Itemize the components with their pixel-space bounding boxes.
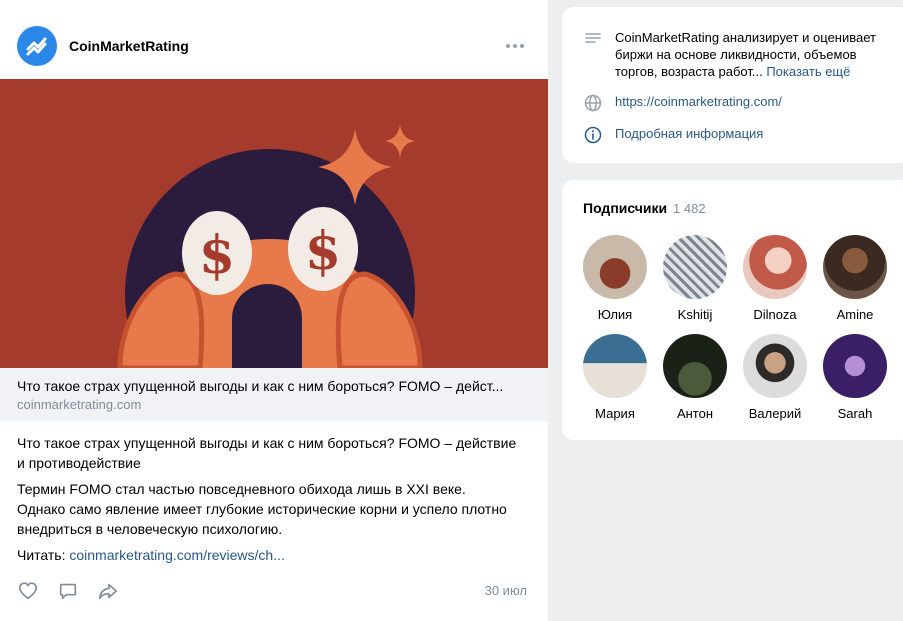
avatar <box>743 235 807 299</box>
post-text: Что такое страх упущенной выгоды и как с… <box>17 433 517 571</box>
subscriber-name: Антон <box>676 406 714 421</box>
subscriber-name: Валерий <box>748 406 802 421</box>
subscriber-name: Мария <box>595 406 635 421</box>
info-icon <box>584 126 602 144</box>
community-info-card: CoinMarketRating анализирует и оценивает… <box>562 7 903 163</box>
website-link[interactable]: https://coinmarketrating.com/ <box>615 93 782 113</box>
details-row: Подробная информация <box>583 125 763 145</box>
description-row: CoinMarketRating анализирует и оценивает… <box>583 29 895 80</box>
svg-text:$: $ <box>199 225 235 286</box>
globe-icon <box>584 94 602 112</box>
post-cover-image[interactable]: $ $ <box>0 79 548 368</box>
avatar <box>663 235 727 299</box>
details-link[interactable]: Подробная информация <box>615 125 763 145</box>
subscribers-card: Подписчики 1 482 Юлия Kshitij Dilnoza Am… <box>562 180 903 440</box>
subscriber-item[interactable]: Мария <box>575 334 655 422</box>
subscriber-name: Юлия <box>597 307 633 322</box>
avatar <box>823 235 887 299</box>
post-title-paragraph: Что такое страх упущенной выгоды и как с… <box>17 435 517 471</box>
post-header: CoinMarketRating <box>0 0 548 79</box>
chart-logo-icon <box>26 37 47 56</box>
show-more-link[interactable]: Показать ещё <box>766 64 850 79</box>
link-snippet[interactable]: Что такое страх упущенной выгоды и как с… <box>0 368 548 421</box>
post-body-paragraph: Термин FOMO стал частью повседневного об… <box>17 481 507 537</box>
comment-icon[interactable] <box>57 580 79 602</box>
subscriber-name: Sarah <box>837 406 873 421</box>
snippet-domain: coinmarketrating.com <box>17 397 142 412</box>
avatar <box>663 334 727 398</box>
post-card: CoinMarketRating $ $ Что такое страх упу… <box>0 0 548 621</box>
avatar <box>583 334 647 398</box>
community-avatar[interactable] <box>17 26 57 66</box>
post-date[interactable]: 30 июл <box>485 583 527 598</box>
avatar <box>823 334 887 398</box>
read-label: Читать: <box>17 547 66 563</box>
text-lines-icon <box>585 33 601 43</box>
read-link[interactable]: coinmarketrating.com/reviews/ch... <box>69 547 285 563</box>
subscriber-name: Dilnoza <box>753 307 797 322</box>
more-options-icon[interactable] <box>502 36 528 56</box>
like-icon[interactable] <box>17 580 39 602</box>
subscriber-item[interactable]: Dilnoza <box>735 235 815 323</box>
subscribers-count: 1 482 <box>673 201 706 216</box>
website-row: https://coinmarketrating.com/ <box>583 93 782 113</box>
subscriber-name: Amine <box>836 307 874 322</box>
subscribers-title[interactable]: Подписчики 1 482 <box>583 199 706 218</box>
community-description: CoinMarketRating анализирует и оценивает… <box>615 29 895 80</box>
subscribers-label: Подписчики <box>583 200 668 216</box>
community-name[interactable]: CoinMarketRating <box>69 38 189 54</box>
read-more-line: Читать: coinmarketrating.com/reviews/ch.… <box>17 545 517 565</box>
snippet-title[interactable]: Что такое страх упущенной выгоды и как с… <box>17 377 532 395</box>
subscriber-item[interactable]: Kshitij <box>655 235 735 323</box>
subscriber-item[interactable]: Amine <box>815 235 895 323</box>
subscriber-item[interactable]: Sarah <box>815 334 895 422</box>
post-actions: 30 июл <box>17 578 527 604</box>
share-icon[interactable] <box>97 580 119 602</box>
avatar <box>583 235 647 299</box>
subscriber-item[interactable]: Юлия <box>575 235 655 323</box>
svg-text:$: $ <box>305 221 341 282</box>
subscriber-name: Kshitij <box>677 307 713 322</box>
subscriber-item[interactable]: Валерий <box>735 334 815 422</box>
avatar <box>743 334 807 398</box>
subscriber-item[interactable]: Антон <box>655 334 735 422</box>
